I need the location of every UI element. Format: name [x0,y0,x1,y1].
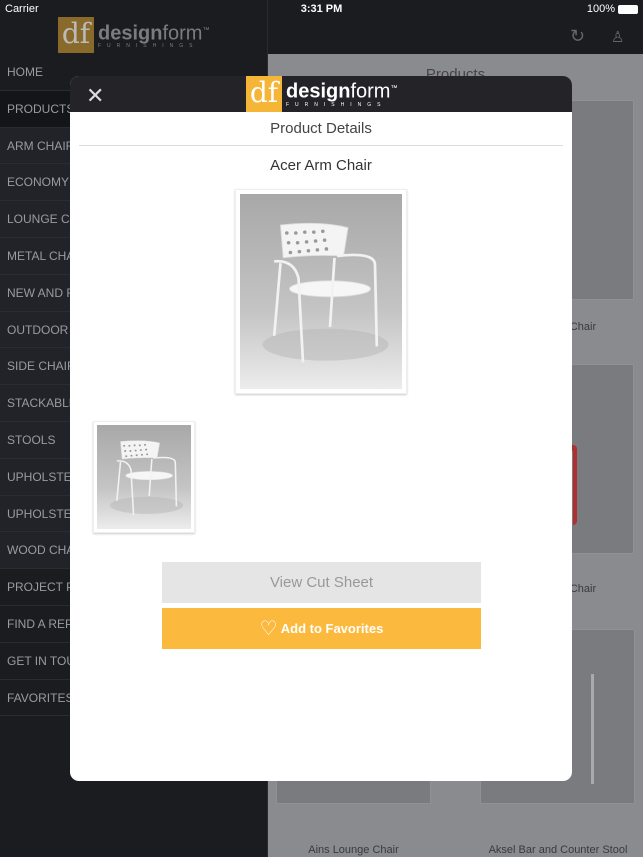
logo-name-light: form [350,81,391,103]
product-name: Acer Arm Chair [270,157,372,174]
logo-tm: ™ [390,85,398,93]
product-label[interactable]: Ains Lounge Chair [276,844,431,856]
refresh-icon[interactable]: ↻ [570,26,585,47]
add-to-favorites-button[interactable]: ♡ Add to Favorites [162,608,481,649]
modal-logo: df designform™ FURNISHINGS [246,76,397,112]
modal-title: Product Details [79,120,563,146]
status-bar: Carrier 3:31 PM 100% [0,0,643,18]
heart-icon: ♡ [259,618,278,640]
logo-name-bold: design [98,22,163,45]
product-thumbnail[interactable] [93,421,195,533]
logo-name-light: form [162,22,203,45]
battery-status: 100% [587,3,638,15]
logo-tagline: FURNISHINGS [98,43,199,50]
logo-name-bold: design [286,81,351,103]
user-icon[interactable]: ♙ [611,28,624,46]
view-cut-sheet-button[interactable]: View Cut Sheet [162,562,481,603]
sidebar-logo: df designform™ FURNISHINGS [58,17,209,53]
close-icon[interactable]: ✕ [86,83,104,109]
battery-icon [618,4,638,14]
logo-mark: df [58,17,94,53]
add-to-favorites-label: Add to Favorites [280,621,384,636]
product-main-image [235,189,407,394]
battery-percent: 100% [586,3,615,15]
product-label[interactable]: Aksel Bar and Counter Stool [473,844,643,856]
logo-mark: df [246,76,282,112]
logo-tagline: FURNISHINGS [286,102,387,108]
modal-header: ✕ df designform™ FURNISHINGS [70,76,572,112]
logo-tm: ™ [202,26,210,34]
product-details-modal: ✕ df designform™ FURNISHINGS Product Deta… [70,76,572,781]
clock: 3:31 PM [300,3,343,15]
